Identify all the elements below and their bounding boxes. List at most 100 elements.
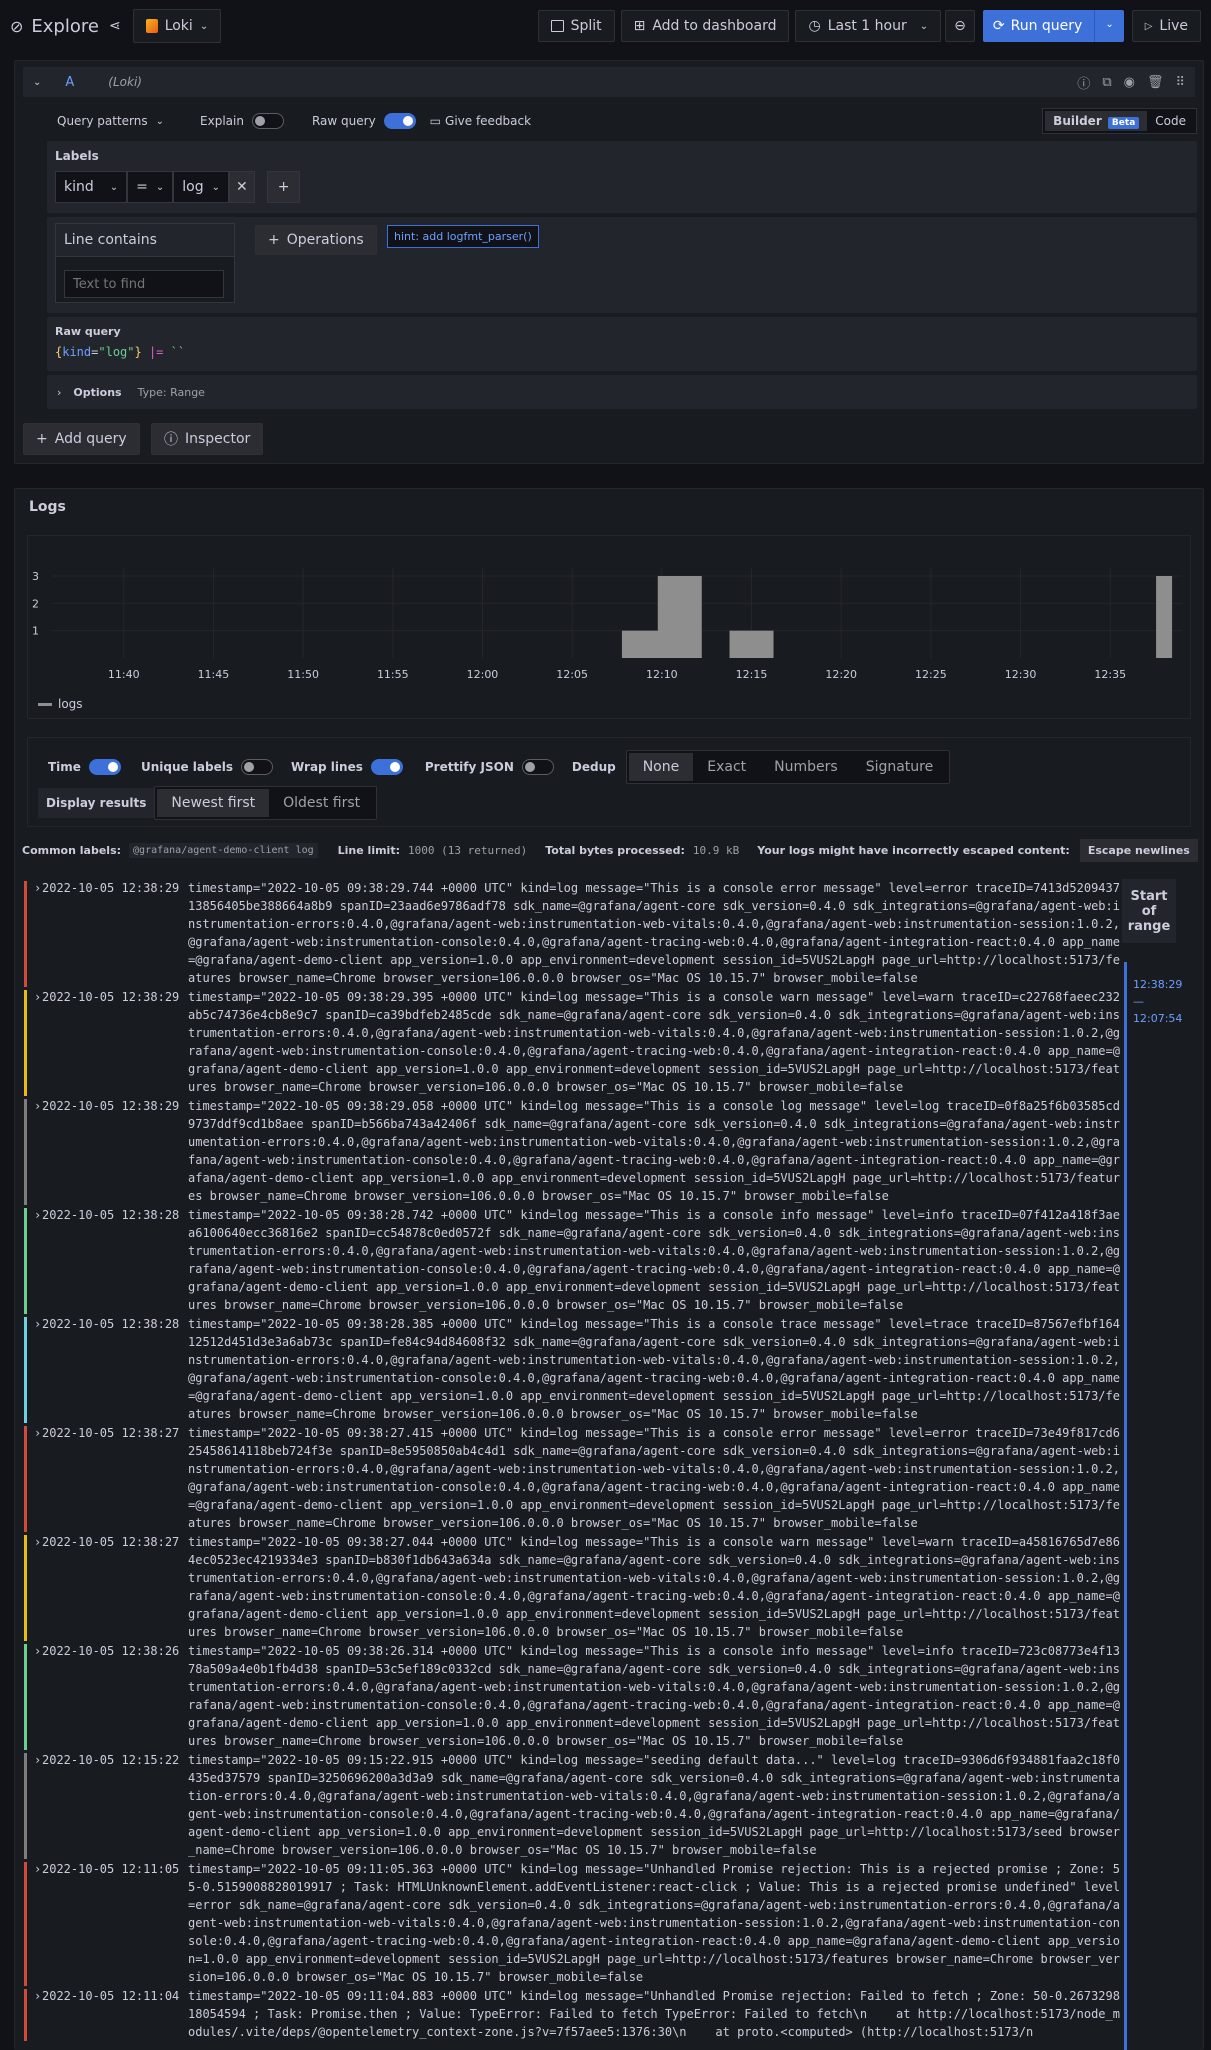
expand-chevron-icon[interactable]: ›: [28, 1533, 41, 1641]
operations-button[interactable]: + Operations: [255, 225, 377, 255]
chevron-down-icon: ⌄: [155, 181, 165, 193]
chevron-down-icon[interactable]: ⌄: [1094, 10, 1123, 42]
code-mode-button[interactable]: Code: [1147, 111, 1194, 131]
y-tick-label: 2: [32, 597, 39, 610]
label-key-select[interactable]: kind ⌄: [55, 171, 128, 203]
log-row[interactable]: › 2022-10-05 12:11:04 timestamp="2022-10-0…: [24, 1987, 1122, 2041]
add-query-label: Add query: [54, 431, 127, 447]
copy-icon[interactable]: ⧉: [1102, 75, 1111, 90]
collapse-icon[interactable]: ⌄: [33, 77, 41, 88]
add-label-button[interactable]: +: [266, 171, 301, 203]
explain-toggle[interactable]: [251, 113, 284, 129]
newest-first[interactable]: Newest first: [157, 789, 270, 817]
text-to-find-input[interactable]: [64, 270, 224, 298]
log-row[interactable]: › 2022-10-05 12:38:29 timestamp="2022-10-0…: [24, 879, 1122, 987]
prettify-toggle[interactable]: [521, 759, 554, 775]
dedup-signature[interactable]: Signature: [852, 753, 948, 781]
range-dash: —: [1133, 995, 1144, 1008]
x-tick-label: 12:00: [467, 668, 499, 681]
expand-chevron-icon[interactable]: ›: [28, 879, 41, 987]
dedup-none[interactable]: None: [628, 753, 694, 781]
log-message: timestamp="2022-10-05 09:38:29.744 +0000…: [188, 881, 1120, 985]
give-feedback-link[interactable]: Give feedback: [445, 114, 531, 128]
add-to-dashboard-button[interactable]: ⊞ Add to dashboard: [620, 10, 790, 42]
line-limit-value: 1000 (13 returned): [408, 843, 528, 857]
log-timestamp: 2022-10-05 12:38:27: [42, 1426, 180, 1440]
run-query-button[interactable]: ⟳ Run query ⌄: [982, 10, 1124, 42]
log-row[interactable]: › 2022-10-05 12:38:29 timestamp="2022-10-0…: [24, 1097, 1122, 1205]
plus-icon: +: [277, 179, 290, 195]
builder-label: Builder: [1053, 114, 1102, 128]
drag-handle-icon[interactable]: ⠿: [1175, 75, 1185, 90]
page-title: Explore: [31, 15, 99, 37]
wrap-lines-toggle[interactable]: [370, 759, 403, 775]
expand-chevron-icon[interactable]: ›: [28, 1860, 41, 1986]
label-operator-select[interactable]: = ⌄: [127, 171, 174, 203]
dedup-exact[interactable]: Exact: [693, 753, 760, 781]
log-row[interactable]: › 2022-10-05 12:11:05 timestamp="2022-10-0…: [24, 1860, 1122, 1986]
close-icon: ✕: [236, 179, 248, 195]
expand-chevron-icon[interactable]: ›: [28, 1206, 41, 1314]
log-row[interactable]: › 2022-10-05 12:38:27 timestamp="2022-10-0…: [24, 1424, 1122, 1532]
time-toggle[interactable]: [88, 759, 121, 775]
loki-icon: [145, 19, 158, 33]
raw-query-section: Raw query {kind="log"} |= ``: [47, 317, 1197, 371]
log-message: timestamp="2022-10-05 09:11:05.363 +0000…: [188, 1862, 1120, 1984]
log-row[interactable]: › 2022-10-05 12:38:27 timestamp="2022-10-0…: [24, 1533, 1122, 1641]
log-row[interactable]: › 2022-10-05 12:15:22 timestamp="2022-10-0…: [24, 1751, 1122, 1859]
expand-chevron-icon[interactable]: ›: [28, 1642, 41, 1750]
time-picker[interactable]: ◷ Last 1 hour ⌄: [795, 10, 942, 42]
query-patterns-dropdown[interactable]: Query patterns: [57, 114, 148, 128]
add-query-button[interactable]: + Add query: [23, 423, 140, 455]
escape-newlines-button[interactable]: Escape newlines: [1079, 838, 1198, 862]
remove-label-button[interactable]: ✕: [229, 171, 255, 203]
x-tick-label: 11:55: [377, 668, 409, 681]
log-level-indicator: [24, 1317, 27, 1423]
inspector-button[interactable]: ⓘ Inspector: [151, 423, 264, 455]
legend-swatch: [38, 703, 52, 706]
expand-chevron-icon[interactable]: ›: [28, 988, 41, 1096]
expand-chevron-icon[interactable]: ›: [28, 1315, 41, 1423]
log-message: timestamp="2022-10-05 09:11:04.883 +0000…: [188, 1989, 1120, 2039]
eye-icon[interactable]: ◉: [1124, 75, 1135, 90]
unique-labels-toggle[interactable]: [241, 759, 273, 775]
operations-section: Line contains + Operations hint: add log…: [47, 217, 1197, 313]
volume-bar: [657, 576, 702, 658]
beta-badge: Beta: [1107, 117, 1140, 129]
builder-mode-button[interactable]: Builder Beta: [1045, 111, 1148, 131]
log-level-indicator: [24, 1989, 27, 2041]
log-level-indicator: [24, 1099, 27, 1205]
log-level-indicator: [24, 1208, 27, 1314]
log-row[interactable]: › 2022-10-05 12:38:29 timestamp="2022-10-0…: [24, 988, 1122, 1096]
trash-icon[interactable]: 🗑: [1147, 75, 1164, 90]
log-row[interactable]: › 2022-10-05 12:38:28 timestamp="2022-10-0…: [24, 1315, 1122, 1423]
query-ref[interactable]: A: [65, 75, 74, 90]
expand-chevron-icon[interactable]: ›: [28, 1987, 41, 2041]
dedup-numbers[interactable]: Numbers: [760, 753, 852, 781]
unique-labels-label: Unique labels: [140, 760, 233, 774]
datasource-picker[interactable]: Loki ⌄: [132, 9, 222, 43]
apps-icon: ⊞: [633, 18, 646, 34]
split-button[interactable]: Split: [537, 10, 615, 42]
raw-query-toggle[interactable]: [383, 113, 416, 129]
expand-chevron-icon[interactable]: ›: [28, 1424, 41, 1532]
share-icon[interactable]: ⋖: [109, 18, 121, 34]
range-indicator[interactable]: 12:38:29 — 12:07:54: [1124, 962, 1184, 2050]
zoom-out-button[interactable]: ⊖: [945, 10, 975, 42]
expand-chevron-icon[interactable]: ›: [28, 1751, 41, 1859]
options-section[interactable]: › Options Type: Range: [47, 375, 1197, 409]
hint-button[interactable]: hint: add logfmt_parser(): [387, 225, 539, 248]
start-of-range-button[interactable]: Start of range: [1122, 879, 1176, 943]
log-level-indicator: [24, 1753, 27, 1859]
live-button[interactable]: ▷ Live: [1131, 10, 1201, 42]
oldest-first[interactable]: Oldest first: [269, 789, 374, 817]
label-value-select[interactable]: log ⌄: [173, 171, 230, 203]
x-tick-label: 11:50: [287, 668, 319, 681]
log-timestamp: 2022-10-05 12:38:29: [42, 881, 180, 895]
log-row[interactable]: › 2022-10-05 12:38:28 timestamp="2022-10-0…: [24, 1206, 1122, 1314]
inspector-label: Inspector: [185, 431, 251, 447]
help-icon[interactable]: ⓘ: [1077, 73, 1090, 92]
expand-chevron-icon[interactable]: ›: [28, 1097, 41, 1205]
log-row[interactable]: › 2022-10-05 12:38:26 timestamp="2022-10-0…: [24, 1642, 1122, 1750]
labels-section: Labels kind ⌄ = ⌄ log ⌄ ✕ +: [47, 141, 1197, 213]
